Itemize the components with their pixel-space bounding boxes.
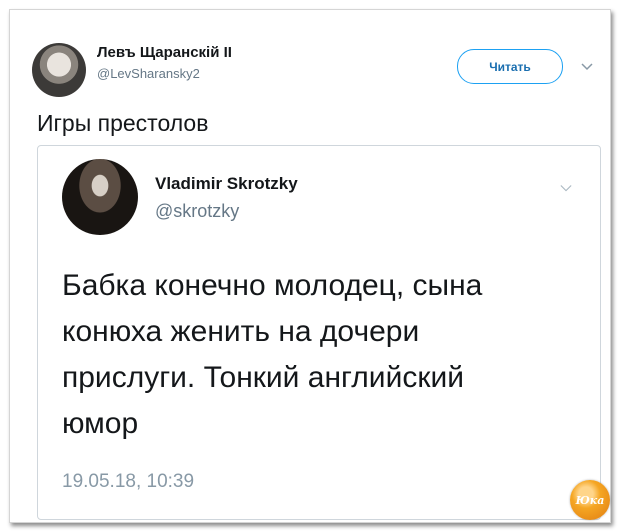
quoted-tweet[interactable]: Vladimir Skrotzky @skrotzky Бабка конечн… xyxy=(37,145,601,520)
tweet-text: Игры престолов xyxy=(37,110,209,136)
chevron-down-icon[interactable] xyxy=(581,61,593,73)
author-name[interactable]: Левъ Щаранскій II xyxy=(97,44,232,61)
chevron-down-icon[interactable] xyxy=(560,182,572,194)
quoted-author-avatar[interactable] xyxy=(62,159,138,235)
author-handle[interactable]: @LevSharansky2 xyxy=(97,66,200,81)
quoted-author-handle[interactable]: @skrotzky xyxy=(155,201,239,222)
watermark-logo: Юка xyxy=(570,480,610,520)
quoted-tweet-text: Бабка конечно молодец, сына конюха женит… xyxy=(62,269,483,440)
follow-button[interactable]: Читать xyxy=(457,49,563,84)
quoted-tweet-timestamp[interactable]: 19.05.18, 10:39 xyxy=(62,471,194,493)
quoted-author-name[interactable]: Vladimir Skrotzky xyxy=(155,174,298,194)
tweet-card: Левъ Щаранскій II @LevSharansky2 Читать … xyxy=(9,9,611,523)
author-avatar[interactable] xyxy=(32,43,86,97)
